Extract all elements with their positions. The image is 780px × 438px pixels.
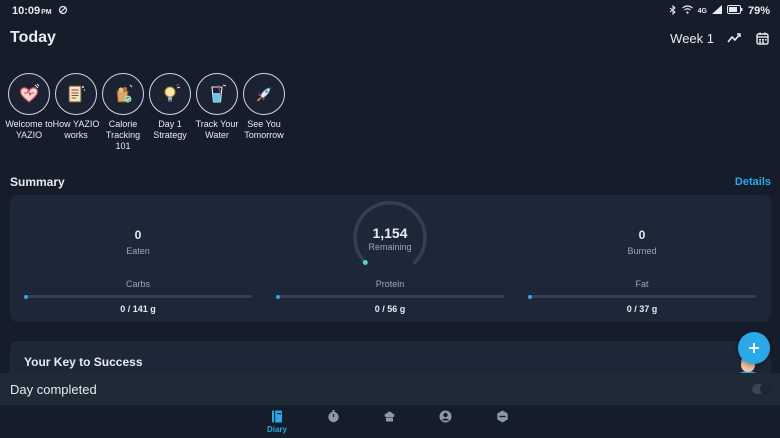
calendar-icon[interactable]	[754, 30, 770, 46]
nav-diary[interactable]: Diary	[257, 410, 297, 434]
status-time: 10:09PM	[12, 5, 52, 17]
macro-name: Fat	[635, 279, 649, 289]
story-label: How YAZIO works	[52, 119, 100, 140]
bottom-nav: Diary	[0, 405, 780, 438]
header: Today Week 1	[10, 27, 770, 49]
week-selector[interactable]: Week 1	[670, 31, 714, 46]
story-label: See You Tomorrow	[244, 119, 284, 140]
calorie-ring: 1,154 Remaining	[350, 200, 430, 273]
remaining-label: Remaining	[368, 242, 412, 252]
day-completed-label: Day completed	[10, 381, 97, 397]
macro-protein: Protein 0 / 56 g	[276, 279, 504, 314]
lightbulb-icon	[149, 73, 191, 115]
bluetooth-icon	[669, 4, 677, 18]
sync-icon	[58, 5, 68, 18]
day-completed-toggle[interactable]	[752, 383, 772, 395]
story-see-you-tomorrow[interactable]: See You Tomorrow	[243, 73, 285, 152]
nav-profile[interactable]	[425, 410, 465, 423]
battery-icon	[726, 5, 743, 17]
wifi-icon	[681, 5, 693, 17]
nav-label: Diary	[266, 425, 287, 434]
nav-pro[interactable]	[482, 410, 522, 423]
macro-progress-bar	[24, 294, 252, 299]
stories-row: Welcome to YAZIO How YAZIO works Calorie…	[5, 73, 285, 152]
macro-name: Protein	[375, 279, 405, 289]
story-how-yazio-works[interactable]: How YAZIO works	[53, 73, 99, 152]
macro-name: Carbs	[125, 279, 150, 289]
macro-carbs: Carbs 0 / 141 g	[24, 279, 252, 314]
status-bar: 10:09PM 4G 79%	[0, 0, 780, 22]
summary-card[interactable]: 0 Eaten 1,154 Remaining 0 Burned Carbs 0…	[10, 195, 771, 322]
macro-progress-bar	[528, 294, 756, 299]
battery-percent: 79%	[747, 5, 770, 17]
story-label: Track Your Water	[195, 119, 239, 140]
water-glass-icon	[196, 73, 238, 115]
macro-value: 0 / 141 g	[120, 304, 156, 314]
macro-fat: Fat 0 / 37 g	[528, 279, 756, 314]
recipes-icon	[384, 411, 394, 422]
timer-icon	[327, 410, 339, 423]
story-label: Calorie Tracking 101	[105, 119, 141, 151]
pro-icon	[496, 410, 508, 423]
trend-icon[interactable]	[726, 30, 742, 46]
nav-fasting[interactable]	[313, 410, 353, 423]
key-card-title: Your Key to Success	[24, 355, 143, 369]
story-calorie-tracking[interactable]: Calorie Tracking 101	[102, 73, 144, 152]
story-track-water[interactable]: Track Your Water	[196, 73, 238, 152]
page-title: Today	[10, 29, 56, 46]
burned-label: Burned	[627, 246, 657, 256]
summary-header: Summary Details	[10, 175, 771, 189]
food-bag-icon	[102, 73, 144, 115]
document-icon	[55, 73, 97, 115]
story-label: Welcome to YAZIO	[5, 119, 53, 140]
macro-value: 0 / 37 g	[626, 304, 658, 314]
story-label: Day 1 Strategy	[153, 119, 187, 140]
eaten-value: 0	[134, 228, 142, 242]
heart-icon	[8, 73, 50, 115]
add-button[interactable]	[738, 332, 770, 364]
burned-value: 0	[638, 228, 646, 242]
story-welcome[interactable]: Welcome to YAZIO	[5, 73, 53, 152]
profile-icon	[439, 410, 451, 423]
eaten-label: Eaten	[126, 246, 150, 256]
diary-icon	[272, 410, 282, 423]
day-completed-bar: Day completed	[0, 373, 780, 405]
network-type: 4G	[697, 7, 707, 15]
summary-title: Summary	[10, 175, 65, 189]
signal-icon	[711, 5, 722, 17]
details-link[interactable]: Details	[735, 176, 771, 188]
macro-value: 0 / 56 g	[374, 304, 406, 314]
eaten-stat: 0 Eaten	[78, 228, 198, 256]
rocket-icon	[243, 73, 285, 115]
story-day1-strategy[interactable]: Day 1 Strategy	[149, 73, 191, 152]
burned-stat: 0 Burned	[582, 228, 702, 256]
nav-recipes[interactable]	[369, 410, 409, 423]
macro-progress-bar	[276, 294, 504, 299]
remaining-value: 1,154	[372, 225, 408, 241]
plus-icon	[749, 343, 759, 353]
